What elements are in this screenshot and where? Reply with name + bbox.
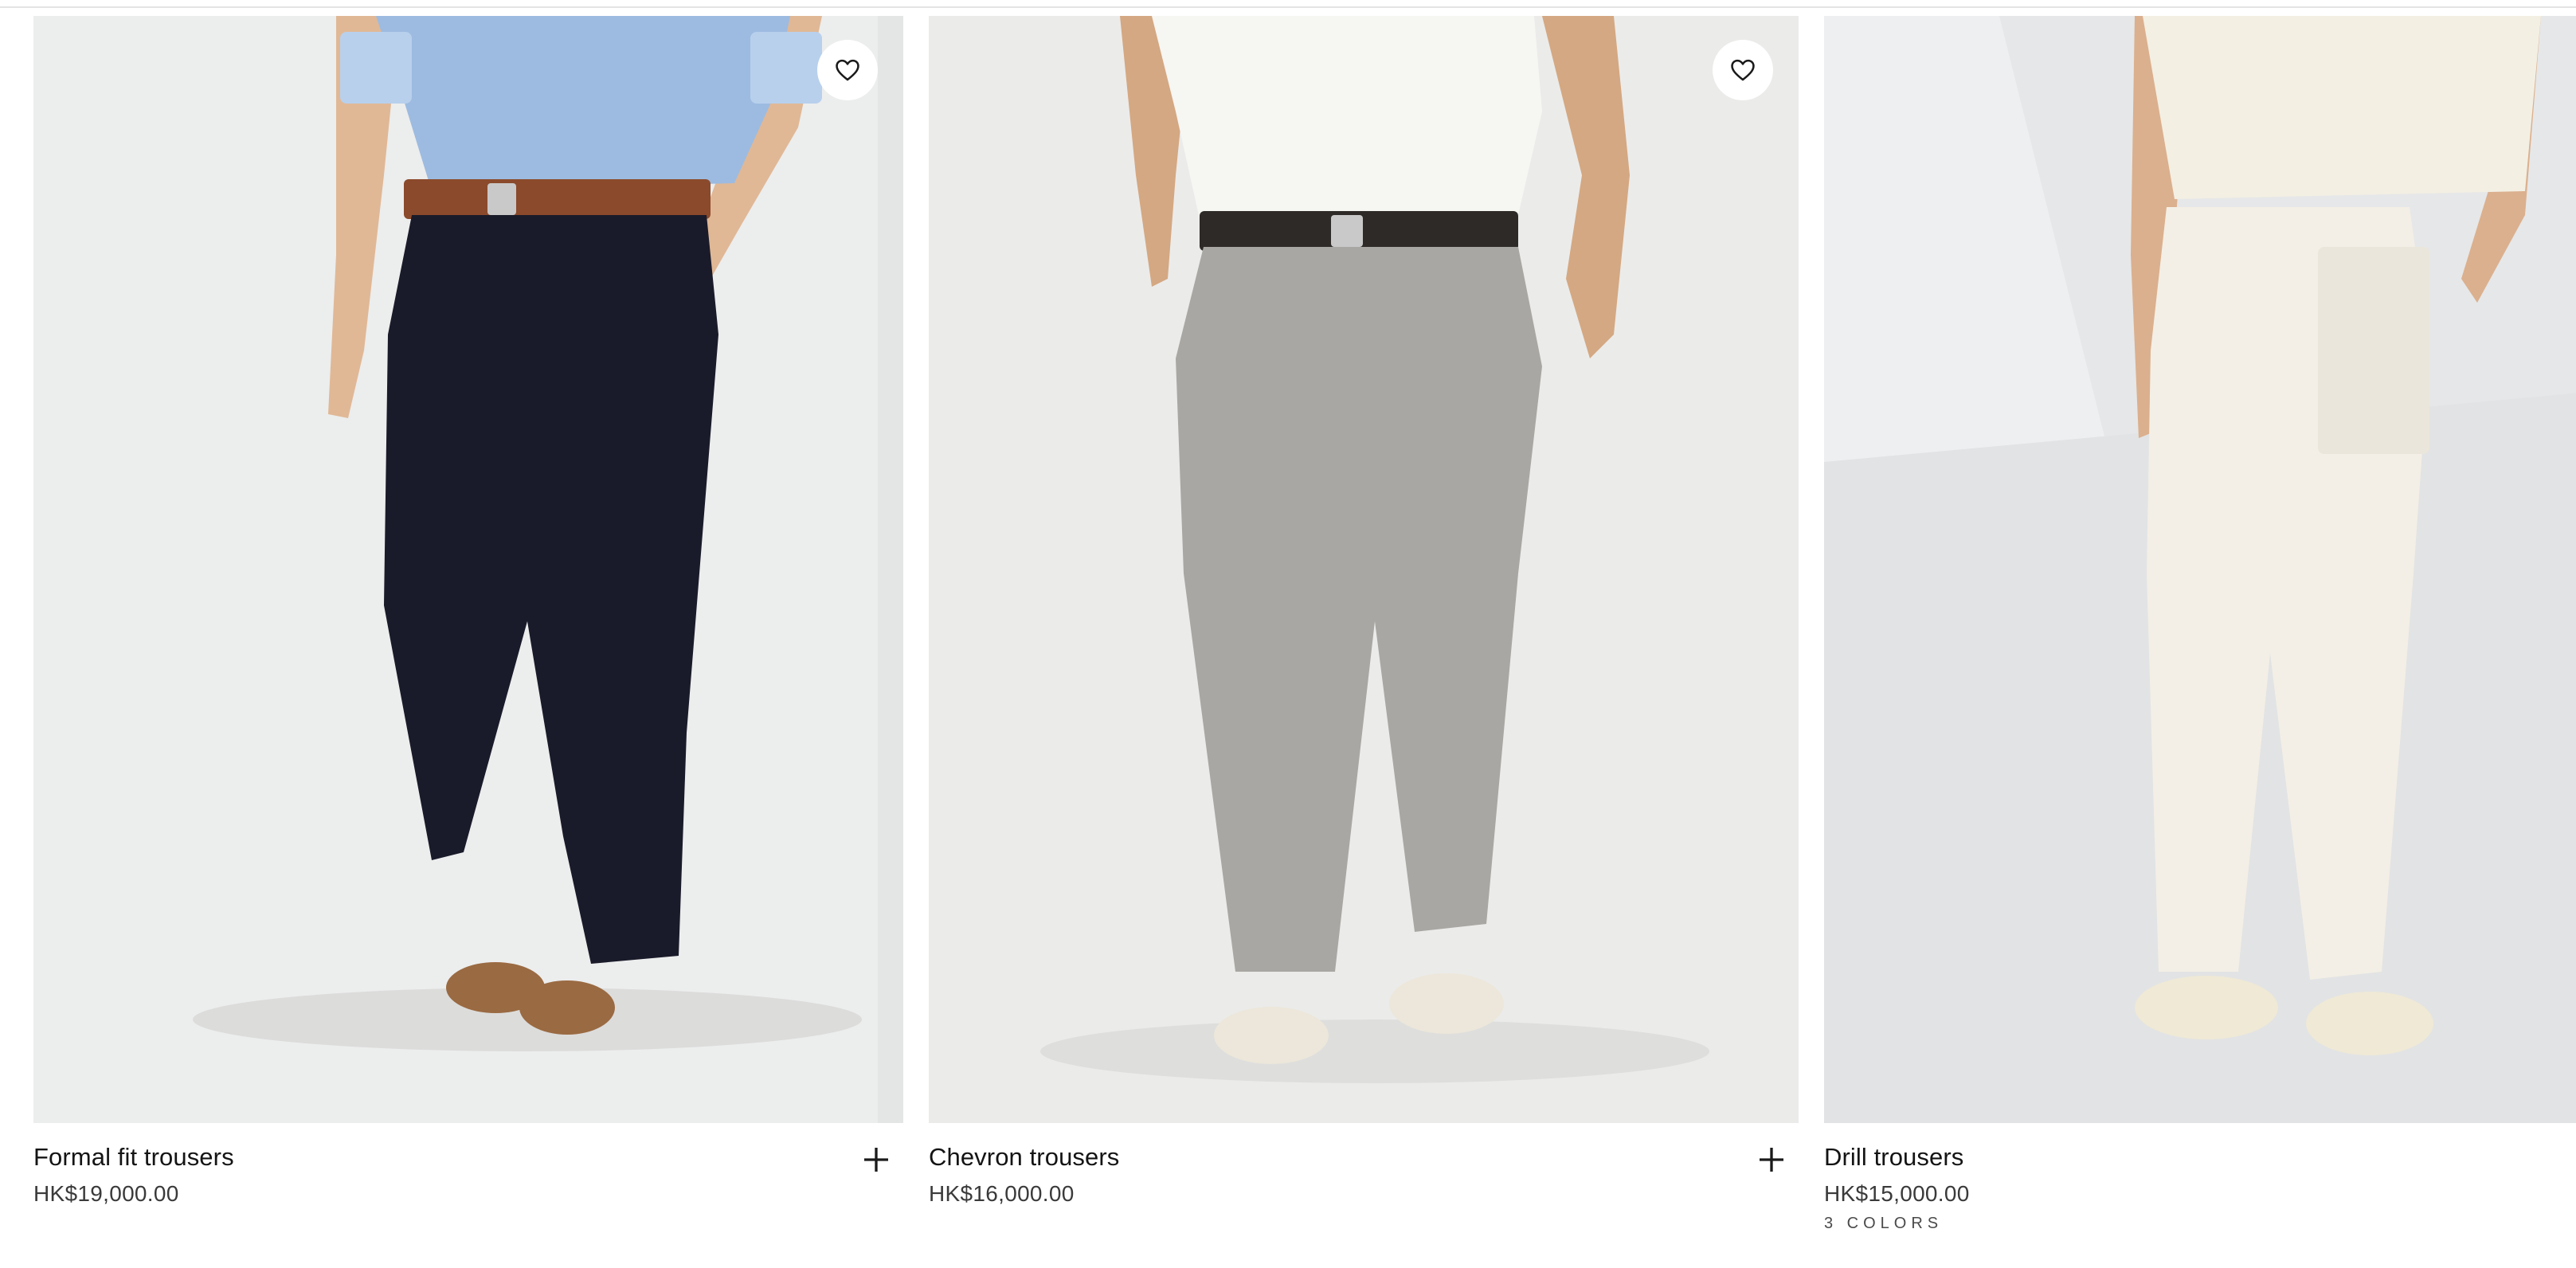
product-image[interactable]: [929, 16, 1799, 1123]
product-photo: [929, 16, 1799, 1123]
product-info: Drill trousers HK$15,000.00 3 COLORS: [1824, 1123, 2576, 1235]
product-info: Chevron trousers HK$16,000.00: [929, 1123, 1799, 1209]
product-card[interactable]: Drill trousers HK$15,000.00 3 COLORS: [1824, 16, 2576, 1268]
product-grid: Formal fit trousers HK$19,000.00 Chevron…: [33, 16, 2576, 1268]
product-info: Formal fit trousers HK$19,000.00: [33, 1123, 903, 1209]
product-name[interactable]: Formal fit trousers: [33, 1141, 903, 1174]
plus-icon: [1760, 1148, 1783, 1172]
product-price: HK$15,000.00: [1824, 1181, 1970, 1206]
wishlist-button[interactable]: [1713, 40, 1773, 100]
quick-add-button[interactable]: [860, 1144, 892, 1176]
product-image[interactable]: [33, 16, 903, 1123]
plus-icon: [864, 1148, 888, 1172]
quick-add-button[interactable]: [1756, 1144, 1787, 1176]
product-card[interactable]: Chevron trousers HK$16,000.00: [929, 16, 1799, 1268]
heart-icon: [1731, 59, 1755, 81]
top-divider: [0, 0, 2576, 8]
product-image[interactable]: [1824, 16, 2576, 1123]
product-card[interactable]: Formal fit trousers HK$19,000.00: [33, 16, 903, 1268]
product-photo: [1824, 16, 2576, 1123]
color-count-label: 3 COLORS: [1824, 1215, 1944, 1232]
product-price: HK$19,000.00: [33, 1181, 179, 1206]
wishlist-button[interactable]: [817, 40, 878, 100]
heart-icon: [836, 59, 859, 81]
product-name[interactable]: Drill trousers: [1824, 1141, 2576, 1174]
product-name[interactable]: Chevron trousers: [929, 1141, 1799, 1174]
product-price: HK$16,000.00: [929, 1181, 1075, 1206]
product-photo: [33, 16, 903, 1123]
